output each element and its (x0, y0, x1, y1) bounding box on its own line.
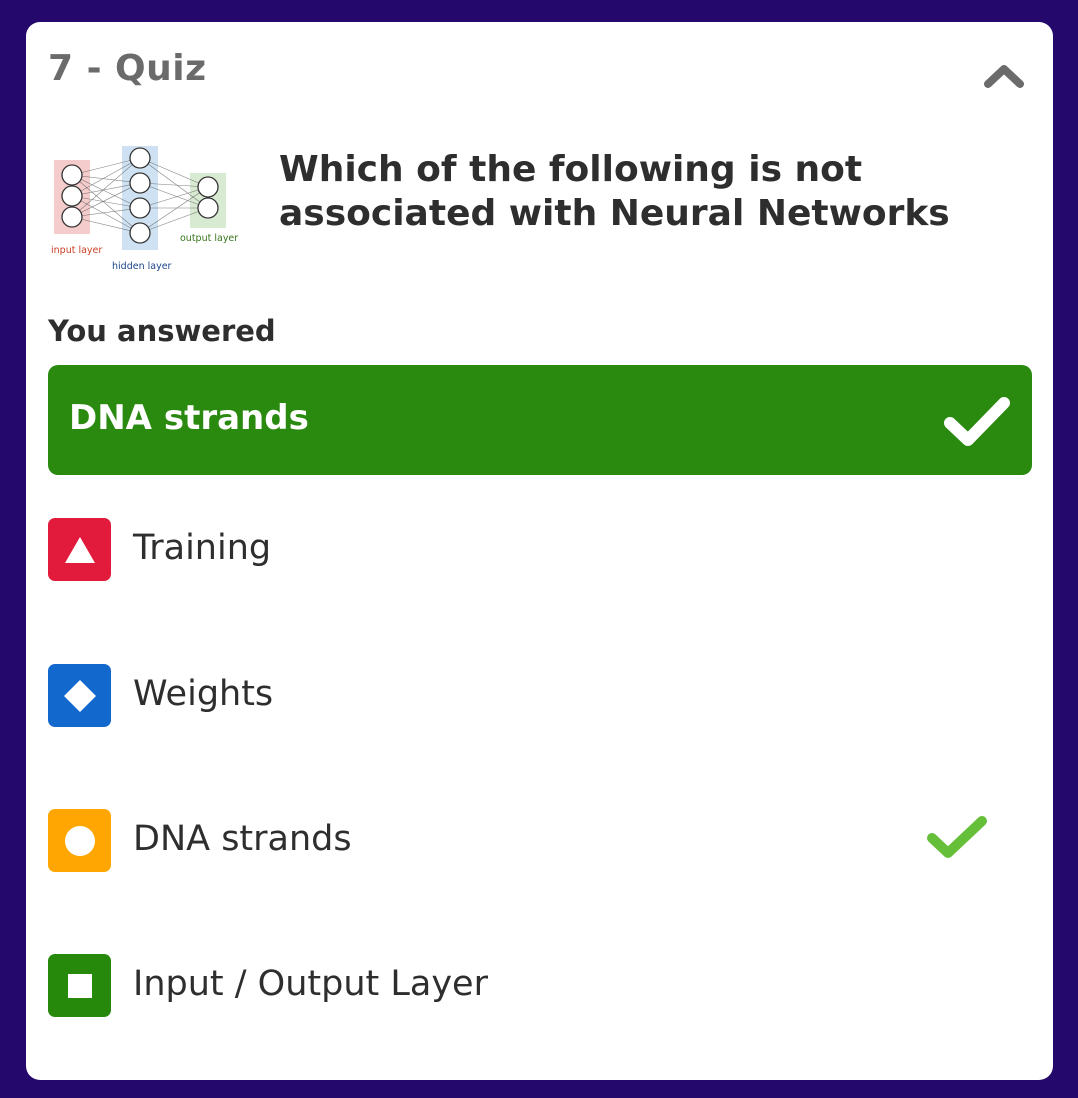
option-input-output-layer[interactable]: Input / Output Layer (48, 954, 988, 1018)
option-label: Training (133, 528, 272, 568)
selected-answer: DNA strands (48, 365, 1032, 475)
quiz-card: 7 - Quiz input layer hidden layer output… (26, 22, 1053, 1080)
nn-node (129, 172, 151, 194)
square-icon (48, 954, 111, 1017)
option-label: DNA strands (133, 819, 352, 859)
option-dna-strands[interactable]: DNA strands (48, 809, 988, 873)
nn-node (197, 176, 219, 198)
selected-answer-text: DNA strands (69, 398, 309, 438)
option-weights[interactable]: Weights (48, 664, 988, 728)
question-text: Which of the following is not associated… (279, 149, 950, 234)
nn-node (61, 185, 83, 207)
correct-option-check-icon (927, 816, 987, 858)
circle-icon (48, 809, 111, 872)
nn-node (61, 206, 83, 228)
chevron-up-icon (984, 65, 1024, 88)
option-training[interactable]: Training (48, 518, 988, 582)
nn-node (197, 197, 219, 219)
nn-node (129, 197, 151, 219)
correct-check-icon (944, 397, 1010, 446)
nn-node (129, 222, 151, 244)
collapse-button[interactable] (981, 52, 1027, 98)
hidden-layer-label: hidden layer (112, 261, 172, 272)
input-layer-label: input layer (51, 245, 102, 256)
option-label: Weights (133, 674, 274, 714)
card-title: 7 - Quiz (48, 48, 207, 89)
answered-label: You answered (48, 314, 276, 348)
option-label: Input / Output Layer (133, 964, 488, 1004)
nn-node (129, 147, 151, 169)
nn-node (61, 164, 83, 186)
triangle-icon (48, 518, 111, 581)
diamond-icon (48, 664, 111, 727)
output-layer-label: output layer (180, 233, 238, 244)
question-image: input layer hidden layer output layer (51, 146, 238, 272)
